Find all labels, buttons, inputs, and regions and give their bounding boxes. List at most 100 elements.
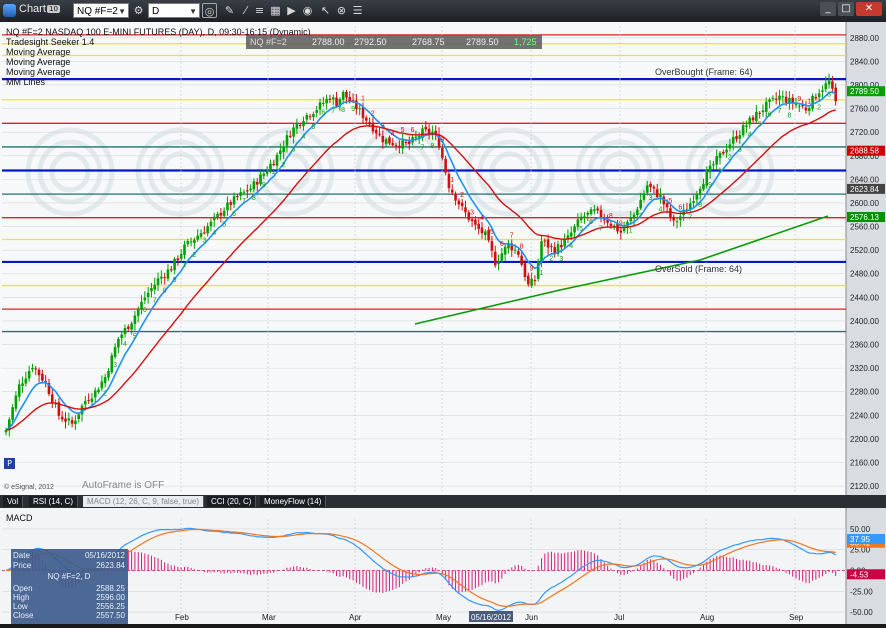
chart-area[interactable]: 2880.00 2840.00 2800.00 2760.00 2720.00 2680.… xyxy=(0,22,886,624)
seeker-count: 7 xyxy=(153,297,157,304)
seeker-count: 7 xyxy=(510,232,514,239)
maximize-icon[interactable]: □ xyxy=(838,2,854,16)
price-chart-svg[interactable]: 2880.002840.002800.002760.002720.002680.… xyxy=(0,22,886,624)
zoom-icon[interactable]: ◎ xyxy=(202,3,217,18)
chevron-down-icon[interactable]: ▼ xyxy=(189,4,197,19)
candle-body xyxy=(480,227,484,234)
candle-body xyxy=(107,370,110,378)
tab-cci[interactable]: CCI (20, C) xyxy=(207,496,257,507)
seeker-count: 2 xyxy=(460,192,464,199)
seeker-count: 7 xyxy=(599,225,603,232)
quote-symbol: NQ #F=2 xyxy=(250,37,287,47)
time-axis-label: Feb xyxy=(175,613,189,622)
candle-body xyxy=(328,98,332,101)
price-tick-label: 2600.00 xyxy=(850,199,879,208)
candle-body xyxy=(457,200,461,205)
candle-body xyxy=(196,235,200,240)
candle-body xyxy=(255,181,259,185)
candle-body xyxy=(639,199,642,209)
close-icon[interactable]: ✕ xyxy=(856,2,882,16)
seeker-count: 8 xyxy=(520,244,524,251)
candle-body xyxy=(146,292,150,297)
candle-body xyxy=(50,394,54,403)
candle-body xyxy=(236,195,239,197)
chart-window: Chart 10 NQ #F=2 ▼ ⚙ D ▼ ◎ ✎ ⁄ ≡ ▦ ▶ ◉ ↖… xyxy=(0,0,886,624)
candle-body xyxy=(325,98,328,104)
close-drawing-icon[interactable]: ⊗ xyxy=(334,3,349,18)
tab-rsi[interactable]: RSI (14, C) xyxy=(29,496,79,507)
candle-body xyxy=(540,241,543,262)
candle-body xyxy=(745,125,748,128)
candle-body xyxy=(31,367,34,370)
candle-body xyxy=(163,277,166,279)
price-tick-label: 2200.00 xyxy=(850,435,879,444)
seeker-count: 2 xyxy=(728,154,732,161)
seeker-count: 4 xyxy=(748,132,752,139)
pencil-icon[interactable]: ✎ xyxy=(222,3,237,18)
seeker-count: 9 xyxy=(708,182,712,189)
quote-low: 2768.75 xyxy=(412,37,445,47)
candle-body xyxy=(464,207,467,213)
candle-body xyxy=(335,97,338,106)
candle-body xyxy=(652,186,656,189)
seeker-count: 4 xyxy=(123,341,127,348)
seeker-count: 2 xyxy=(371,111,375,118)
seeker-count: 6 xyxy=(500,241,504,248)
globe-icon[interactable]: ◉ xyxy=(300,3,315,18)
seeker-count: 2 xyxy=(639,213,643,220)
candle-body xyxy=(239,192,242,196)
time-axis-label: Jun xyxy=(525,613,538,622)
ruler-icon[interactable]: ≡ xyxy=(252,3,267,18)
candle-body xyxy=(768,99,771,102)
candle-body xyxy=(722,151,725,154)
seeker-count: 9 xyxy=(262,182,266,189)
tab-macd[interactable]: MACD (12, 26, C, 9, false, true) xyxy=(83,496,205,507)
seeker-count: 2 xyxy=(192,252,196,259)
seeker-count: 5 xyxy=(579,226,583,233)
candle-body xyxy=(728,144,732,149)
dw-date-value: 05/16/2012 xyxy=(84,551,125,560)
tab-moneyflow[interactable]: MoneyFlow (14) xyxy=(260,496,327,507)
candle-body xyxy=(348,96,352,102)
dw-close-label: Close xyxy=(13,611,34,620)
candle-body xyxy=(784,96,788,103)
candle-body xyxy=(500,253,504,261)
seeker-count: 1 xyxy=(807,99,811,106)
candle-body xyxy=(523,263,527,277)
symbol-input[interactable]: NQ #F=2 ▼ xyxy=(73,3,129,18)
candle-body xyxy=(374,129,378,134)
quote-high: 2792.50 xyxy=(354,37,387,47)
candle-body xyxy=(622,228,626,231)
p-marker-icon[interactable]: P xyxy=(4,458,15,469)
price-tick-label: 2120.00 xyxy=(850,482,879,491)
seeker-count: 3 xyxy=(113,362,117,369)
seeker-count: 1 xyxy=(718,168,722,175)
minimize-icon[interactable]: _ xyxy=(820,2,836,16)
seeker-count: 6 xyxy=(143,307,147,314)
candle-body xyxy=(90,398,94,402)
price-tick-label: 2880.00 xyxy=(850,34,879,43)
candle-body xyxy=(659,195,662,198)
candle-body xyxy=(100,381,104,389)
candle-body xyxy=(123,327,127,335)
chevron-down-icon[interactable]: ▼ xyxy=(118,4,126,19)
candle-body xyxy=(827,80,831,85)
candle-body xyxy=(718,152,722,158)
interval-input[interactable]: D ▼ xyxy=(148,3,200,18)
seeker-count: 7 xyxy=(242,198,246,205)
candle-body xyxy=(14,395,18,409)
tab-vol[interactable]: Vol xyxy=(3,496,24,507)
candle-body xyxy=(74,420,77,425)
candle-body xyxy=(206,226,209,234)
candle-body xyxy=(272,163,276,165)
legend-line: Moving Average xyxy=(6,47,71,57)
price-tick-label: 2520.00 xyxy=(850,246,879,255)
grid-icon[interactable]: ▦ xyxy=(268,3,283,18)
seeker-count: 3 xyxy=(827,92,831,99)
cursor-icon[interactable]: ↖ xyxy=(318,3,333,18)
menu-icon[interactable]: ☰ xyxy=(350,3,365,18)
candle-body xyxy=(735,136,738,140)
play-icon[interactable]: ▶ xyxy=(284,3,299,18)
draw-line-icon[interactable]: ⁄ xyxy=(238,3,253,18)
link-icon[interactable]: ⚙ xyxy=(131,3,146,18)
